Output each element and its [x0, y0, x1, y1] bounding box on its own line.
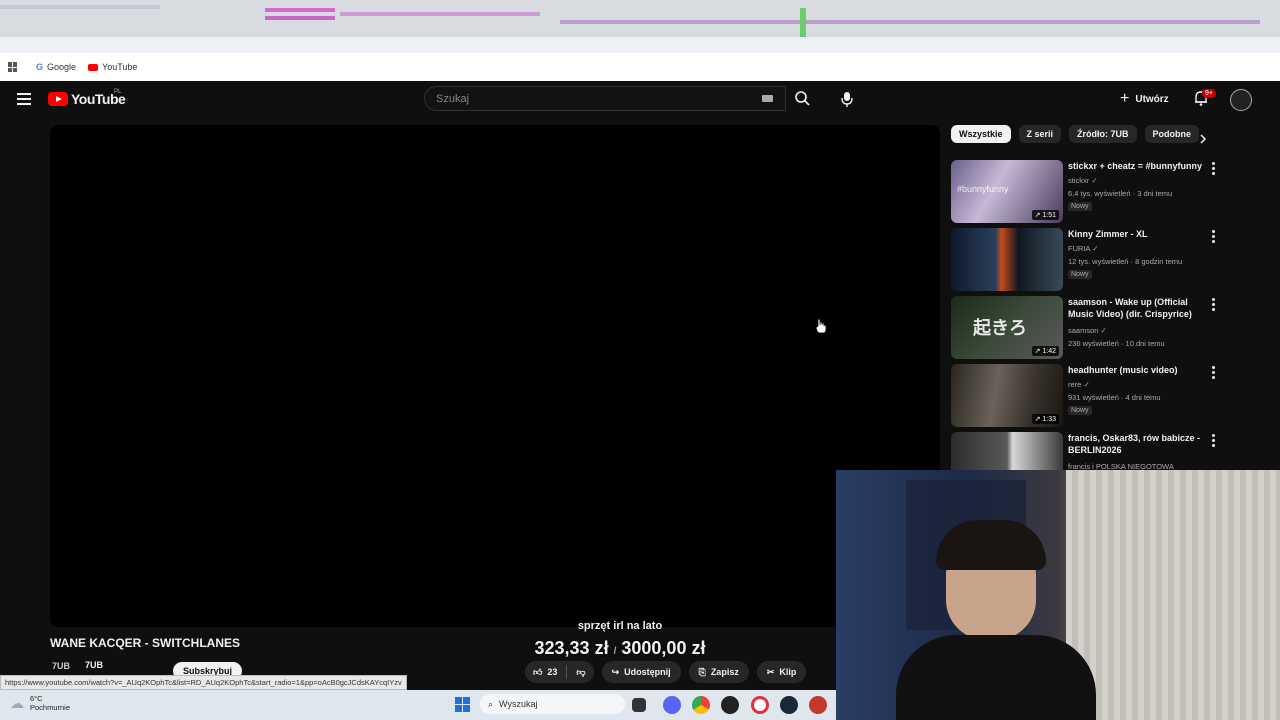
more-options-icon[interactable]: [1212, 298, 1215, 313]
chip-source[interactable]: Źródło: 7UB: [1069, 125, 1137, 143]
bookmarks-bar: G Google YouTube: [0, 53, 1280, 81]
hand-cursor-icon: [815, 318, 827, 334]
like-button[interactable]: 👍︎ 23: [533, 667, 557, 678]
apps-grid-icon[interactable]: [8, 62, 18, 72]
more-options-icon[interactable]: [1212, 162, 1215, 177]
create-button[interactable]: + Utwórz: [1120, 89, 1169, 109]
like-dislike-group: 👍︎ 23 👎︎: [525, 661, 594, 683]
youtube-play-icon: [48, 92, 68, 106]
search-box: [424, 86, 786, 111]
search-icon: [795, 91, 810, 106]
channel-name[interactable]: FURIA ✓: [1068, 244, 1098, 253]
taskbar-search[interactable]: ⌕ Wyszukaj: [480, 694, 625, 714]
task-view-icon[interactable]: [632, 698, 646, 712]
app-icon[interactable]: [809, 696, 827, 714]
curtain: [1066, 470, 1280, 720]
more-options-icon[interactable]: [1212, 434, 1215, 449]
bookmark-google[interactable]: G Google: [36, 62, 76, 72]
opera-icon[interactable]: [751, 696, 769, 714]
list-item[interactable]: francis, Oskar83, rów babicze - BERLIN20…: [951, 432, 1221, 470]
person: [896, 520, 1096, 720]
account-avatar[interactable]: [1230, 89, 1252, 111]
address-bar[interactable]: [0, 37, 1280, 53]
voice-search-button[interactable]: [835, 86, 859, 111]
thumbs-up-icon: 👍︎: [533, 666, 543, 677]
video-thumbnail[interactable]: [951, 228, 1063, 291]
bookmark-youtube[interactable]: YouTube: [88, 62, 137, 72]
discord-icon[interactable]: [663, 696, 681, 714]
microphone-icon: [841, 92, 853, 107]
duration-badge: ↗ 1:33: [1031, 414, 1059, 424]
cloud-icon: ☁: [10, 694, 24, 711]
chevron-right-icon[interactable]: [1198, 133, 1208, 145]
video-title: WANE KACQER - SWITCHLANES: [50, 636, 240, 650]
video-thumbnail[interactable]: #bunnyfunny ↗ 1:51: [951, 160, 1063, 223]
windows-taskbar: [0, 690, 836, 720]
list-item[interactable]: Kinny Zimmer - XL FURIA ✓ 12 tys. wyświe…: [951, 228, 1221, 292]
video-actions: 👍︎ 23 👎︎ ↪ Udostępnij ⎘ Zapisz ✂ Klip: [525, 661, 807, 683]
donation-goal-overlay: sprzęt irl na lato 323,33 zł / 3000,00 z…: [520, 620, 720, 659]
video-thumbnail[interactable]: ↗ 1:33: [951, 364, 1063, 427]
more-options-icon[interactable]: [1212, 230, 1215, 245]
weather-widget[interactable]: ☁ 6°C Pochmurnie: [10, 694, 70, 712]
link-status-bar: https://www.youtube.com/watch?v=_AUq2KOp…: [0, 675, 407, 690]
verified-icon: ✓: [1092, 244, 1099, 253]
menu-icon[interactable]: [17, 93, 31, 105]
youtube-icon: [88, 63, 99, 71]
duration-badge: ↗ 1:42: [1031, 346, 1059, 356]
new-badge: Nowy: [1068, 202, 1092, 211]
chip-all[interactable]: Wszystkie: [951, 125, 1011, 143]
dislike-button[interactable]: 👎︎: [576, 667, 585, 678]
goal-amount: 323,33 zł / 3000,00 zł: [534, 638, 706, 658]
chip-series[interactable]: Z serii: [1018, 125, 1062, 143]
chip-similar[interactable]: Podobne: [1144, 125, 1200, 143]
steam-icon[interactable]: [780, 696, 798, 714]
recommendation-filter-chips: Wszystkie Z serii Źródło: 7UB Podobne: [951, 125, 1200, 143]
keyboard-icon[interactable]: [762, 95, 773, 102]
new-badge: Nowy: [1068, 270, 1092, 279]
notification-badge: 9+: [1202, 89, 1216, 98]
share-button[interactable]: ↪ Udostępnij: [601, 661, 681, 683]
new-badge: Nowy: [1068, 406, 1092, 415]
goal-title: sprzęt irl na lato: [577, 620, 663, 632]
windows-start-button[interactable]: [455, 697, 471, 713]
duration-badge: ↗ 1:51: [1031, 210, 1059, 220]
channel-name[interactable]: rere ✓: [1068, 380, 1090, 389]
verified-icon: ✓: [1083, 380, 1090, 389]
thumbs-down-icon: 👎︎: [576, 666, 586, 677]
list-item[interactable]: 起きろ ↗ 1:42 saamson - Wake up (Official M…: [951, 296, 1221, 360]
verified-icon: ✓: [1091, 176, 1098, 185]
save-button[interactable]: ⎘ Zapisz: [688, 661, 749, 683]
video-thumbnail[interactable]: 起きろ ↗ 1:42: [951, 296, 1063, 359]
share-icon: ↪: [611, 666, 620, 677]
channel-name[interactable]: francis i POLSKA NIEGOTOWA: [1068, 462, 1174, 470]
search-button[interactable]: [786, 86, 818, 111]
obs-icon[interactable]: [721, 696, 739, 714]
chrome-icon[interactable]: [692, 696, 710, 714]
youtube-logo[interactable]: YouTube PL: [48, 89, 126, 107]
plus-icon: +: [1120, 90, 1130, 107]
list-item[interactable]: ↗ 1:33 headhunter (music video) rere ✓ 9…: [951, 364, 1221, 428]
video-thumbnail[interactable]: [951, 432, 1063, 470]
google-icon: G: [36, 62, 44, 72]
channel-name[interactable]: 7UB: [85, 660, 103, 670]
search-input[interactable]: [434, 92, 758, 106]
channel-name[interactable]: stickxr ✓: [1068, 176, 1098, 185]
webcam-overlay: [836, 470, 1280, 720]
divider: [566, 665, 568, 679]
search-icon: ⌕: [488, 698, 494, 709]
scissors-icon: ✂: [766, 666, 775, 677]
more-options-icon[interactable]: [1212, 366, 1215, 381]
bookmark-icon: ⎘: [698, 666, 706, 677]
video-player[interactable]: [50, 125, 940, 627]
clip-button[interactable]: ✂ Klip: [756, 661, 807, 683]
list-item[interactable]: #bunnyfunny ↗ 1:51 stickxr + cheatz = #b…: [951, 160, 1221, 224]
windows-icon: [455, 697, 470, 712]
verified-icon: ✓: [1100, 326, 1107, 335]
channel-name[interactable]: saamson ✓: [1068, 326, 1107, 335]
